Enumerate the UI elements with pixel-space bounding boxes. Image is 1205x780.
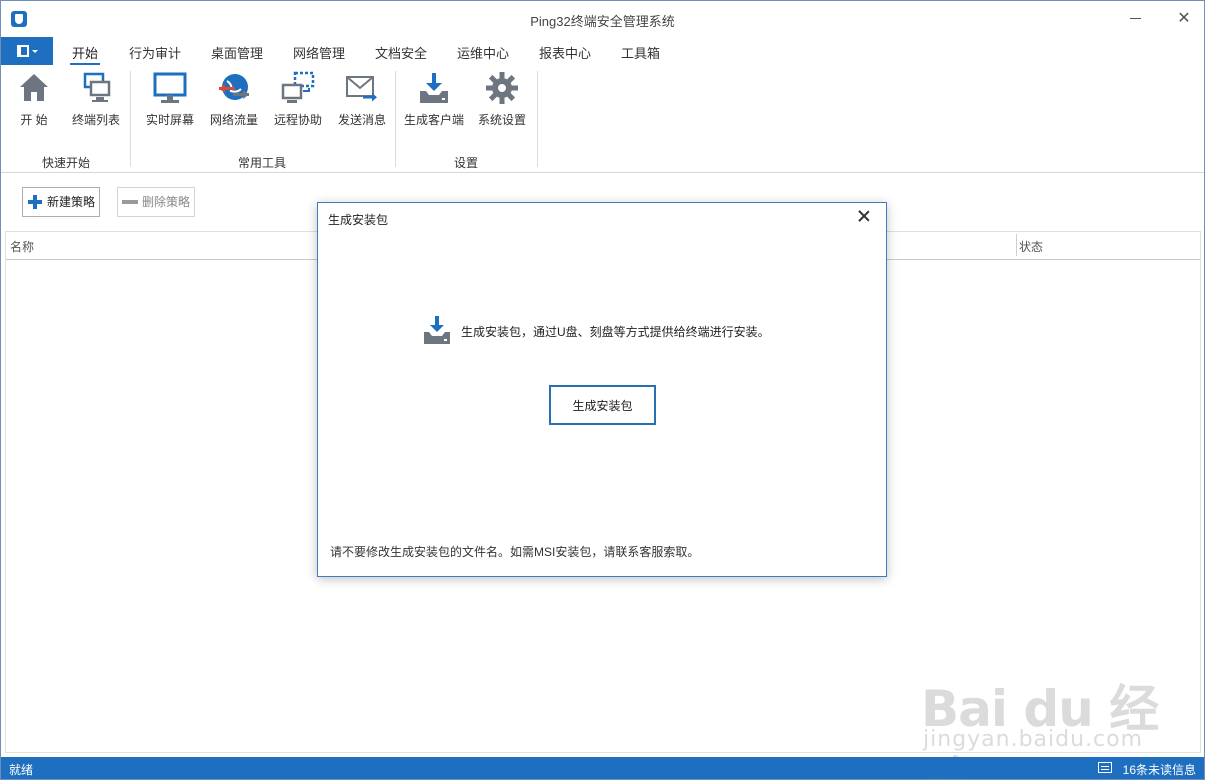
file-menu-button[interactable] (1, 37, 53, 65)
ribbon-generate-client-button[interactable]: 生成客户端 (403, 71, 465, 131)
status-text: 就绪 (9, 763, 34, 777)
tab-report-center[interactable]: 报表中心 (539, 43, 591, 62)
download-icon (424, 316, 450, 344)
plus-icon (28, 195, 42, 209)
download-icon (420, 73, 448, 103)
send-message-icon (346, 76, 377, 102)
dialog-title: 生成安装包 (328, 213, 389, 227)
gear-icon (486, 72, 518, 104)
terminals-icon (83, 72, 111, 102)
dialog-note: 请不要修改生成安装包的文件名。如需MSI安装包，请联系客服索取。 (330, 545, 700, 559)
message-icon[interactable] (1098, 762, 1112, 773)
tab-start[interactable]: 开始 (69, 43, 101, 65)
ribbon-network-traffic-button[interactable]: 网络流量 (207, 71, 261, 131)
minimize-button[interactable] (1119, 7, 1151, 31)
new-policy-button[interactable]: 新建策略 (22, 187, 101, 217)
caret-down-icon (32, 50, 38, 53)
minimize-icon (1129, 18, 1141, 20)
ribbon-system-settings-button[interactable]: 系统设置 (475, 71, 529, 131)
generate-package-dialog: 生成安装包 生成安装包，通过U盘、刻盘等方式提供给终端进行安装。 生成安装包 请… (317, 202, 887, 577)
unread-messages[interactable]: 16条未读信息 (1123, 761, 1196, 778)
column-header-status[interactable]: 状态 (1019, 238, 1043, 255)
ribbon-send-message-button[interactable]: 发送消息 (335, 71, 389, 131)
close-window-button[interactable]: ✕ (1168, 7, 1200, 31)
ribbon-live-screen-button[interactable]: 实时屏幕 (143, 71, 197, 131)
tab-desktop-management[interactable]: 桌面管理 (211, 43, 263, 62)
tab-network-management[interactable]: 网络管理 (293, 43, 345, 62)
tab-toolbox[interactable]: 工具箱 (621, 43, 660, 62)
title-bar: Ping32终端安全管理系统 ✕ (1, 1, 1204, 37)
network-traffic-icon (219, 74, 249, 100)
window-title: Ping32终端安全管理系统 (530, 14, 675, 29)
minus-icon (122, 200, 138, 204)
ribbon-remote-assist-button[interactable]: 远程协助 (271, 71, 325, 131)
tab-ops-center[interactable]: 运维中心 (457, 43, 509, 62)
menu-icon (17, 45, 29, 57)
monitor-icon (153, 72, 187, 103)
ribbon-terminal-list-button[interactable]: 终端列表 (69, 71, 123, 131)
dialog-message: 生成安装包，通过U盘、刻盘等方式提供给终端进行安装。 (461, 325, 770, 339)
status-bar: 就绪 16条未读信息 (1, 757, 1204, 779)
home-icon (20, 74, 48, 101)
ribbon-tabs: 开始 行为审计 桌面管理 网络管理 文档安全 运维中心 报表中心 工具箱 (1, 37, 1204, 65)
ribbon-body: 开 始 终端列表 快速开始 实时屏幕 网络流量 远程协助 发送消息 常用工具 生… (1, 65, 1204, 173)
delete-policy-button[interactable]: 删除策略 (117, 187, 196, 217)
group-label-quick-start: 快速开始 (41, 156, 90, 170)
tab-behavior-audit[interactable]: 行为审计 (129, 43, 181, 62)
group-label-settings: 设置 (453, 156, 478, 170)
dialog-close-button[interactable] (854, 207, 874, 227)
column-header-name[interactable]: 名称 (10, 238, 34, 255)
baidu-watermark: Bai du 经验 jingyan.baidu.com (921, 680, 1159, 780)
tab-document-security[interactable]: 文档安全 (375, 43, 427, 62)
generate-package-button[interactable]: 生成安装包 (549, 385, 656, 425)
ribbon-start-button[interactable]: 开 始 (13, 71, 55, 131)
group-label-common-tools: 常用工具 (237, 156, 286, 170)
remote-assist-icon (281, 71, 315, 103)
